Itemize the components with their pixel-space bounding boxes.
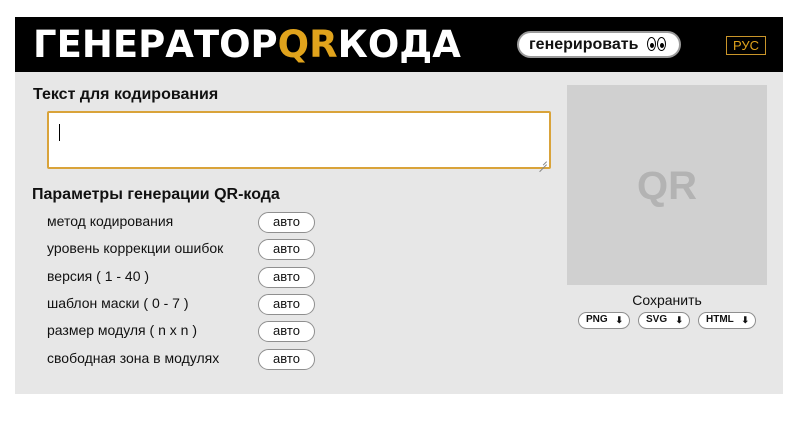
param-mask-select[interactable]: авто [258,294,315,315]
generate-button-label: генерировать [529,36,639,53]
save-html-button[interactable]: HTML ⬇ [698,312,756,329]
language-switch[interactable]: РУС [726,36,766,55]
param-error-correction-select[interactable]: авто [258,239,315,260]
text-input[interactable] [47,111,551,169]
param-label: версия ( 1 - 40 ) [47,268,150,284]
param-encoding-select[interactable]: авто [258,212,315,233]
param-row-quiet-zone: свободная зона в модулях авто [47,349,337,371]
param-label: шаблон маски ( 0 - 7 ) [47,295,189,311]
generate-button[interactable]: генерировать [517,31,681,58]
param-quiet-zone-select[interactable]: авто [258,349,315,370]
text-input-title: Текст для кодирования [33,86,219,103]
params-title: Параметры генерации QR-кода [32,186,280,203]
logo[interactable]: ГЕНЕРАТОРQRКОДА [33,22,461,68]
logo-text-code: КОДА [337,23,461,66]
param-label: свободная зона в модулях [47,350,220,366]
save-png-button[interactable]: PNG ⬇ [578,312,630,329]
main-panel: Текст для кодирования Параметры генераци… [15,72,783,394]
header-bar: ГЕНЕРАТОРQRКОДА генерировать РУС [15,17,783,72]
download-arrow-icon: ⬇ [741,315,749,325]
qr-preview: QR [567,85,767,285]
download-arrow-icon: ⬇ [615,315,623,325]
format-label: SVG [646,314,668,325]
param-version-select[interactable]: авто [258,267,315,288]
format-label: HTML [706,314,734,325]
format-label: PNG [586,314,608,325]
param-label: метод кодирования [47,213,174,229]
param-label: уровень коррекции ошибок [47,240,224,256]
logo-text-qr: QR [277,23,338,66]
logo-text-generator: ГЕНЕРАТОР [33,23,278,66]
download-arrow-icon: ⬇ [675,315,683,325]
param-row-error-correction: уровень коррекции ошибок авто [47,239,337,261]
resize-handle-icon[interactable] [539,157,547,165]
param-label: размер модуля ( n x n ) [47,322,197,338]
save-svg-button[interactable]: SVG ⬇ [638,312,690,329]
text-cursor [59,124,60,141]
param-row-version: версия ( 1 - 40 ) авто [47,267,337,289]
param-row-module-size: размер модуля ( n x n ) авто [47,321,337,343]
param-module-size-select[interactable]: авто [258,321,315,342]
eyes-icon [647,37,667,52]
param-row-encoding: метод кодирования авто [47,212,337,234]
param-row-mask: шаблон маски ( 0 - 7 ) авто [47,294,337,316]
qr-placeholder-text: QR [637,164,697,208]
save-label: Сохранить [632,292,702,308]
